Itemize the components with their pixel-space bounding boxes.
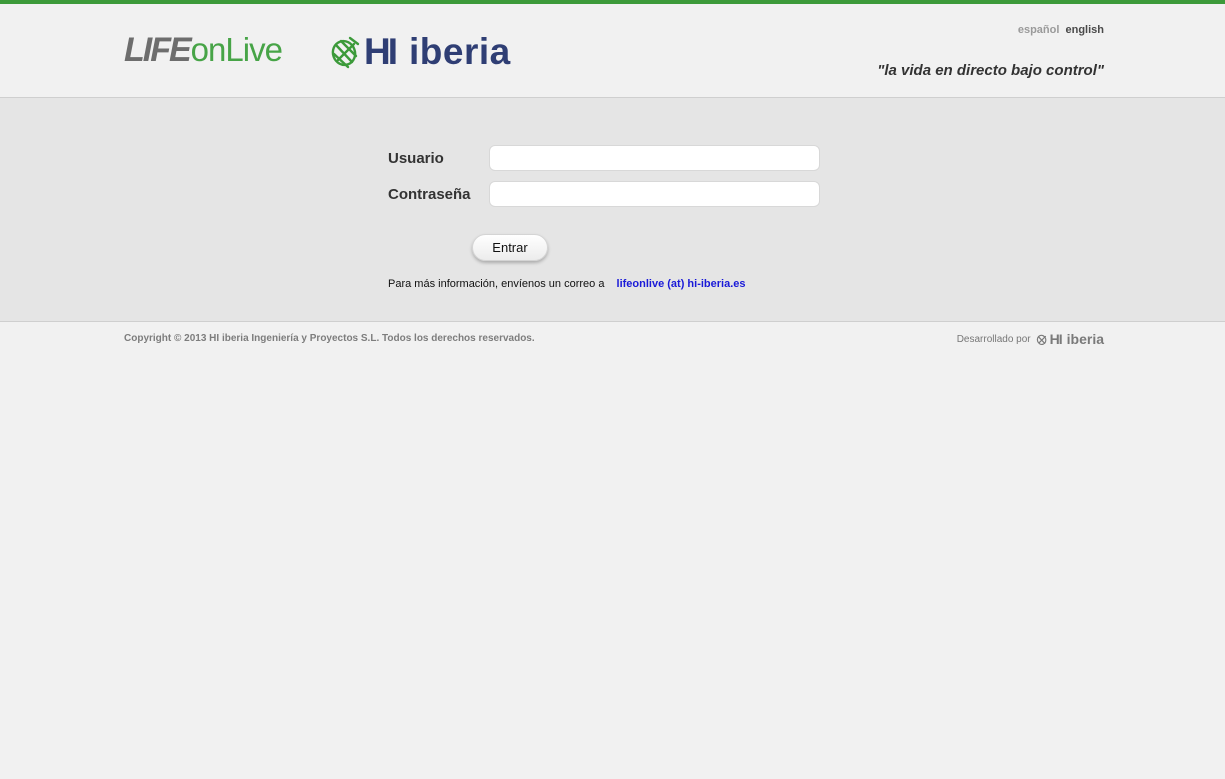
globe-icon xyxy=(1036,334,1047,345)
contact-info-text: Para más información, envíenos un correo… xyxy=(388,278,605,290)
lifeonlive-logo: LIFE onLive xyxy=(124,31,283,71)
user-input[interactable] xyxy=(489,145,820,171)
contact-info: Para más información, envíenos un correo… xyxy=(388,278,746,290)
user-label: Usuario xyxy=(388,150,444,167)
submit-button[interactable]: Entrar xyxy=(472,234,548,261)
globe-icon xyxy=(331,36,360,69)
dev-logo-iberia-text: iberia xyxy=(1066,331,1104,347)
developed-by: Desarrollado por HI iberia xyxy=(957,331,1104,347)
developed-by-label: Desarrollado por xyxy=(956,333,1031,345)
language-switcher: español english xyxy=(1018,24,1104,36)
logo-hi-text: HI xyxy=(364,31,398,72)
login-panel: Usuario Contraseña Entrar Para más infor… xyxy=(0,98,1225,322)
logo-iberia-text: iberia xyxy=(409,31,511,72)
logo-life-text: LIFE xyxy=(124,31,192,69)
tagline: "la vida en directo bajo control" xyxy=(877,62,1104,79)
copyright-text: Copyright © 2013 HI iberia Ingeniería y … xyxy=(124,333,535,344)
contact-email-link[interactable]: lifeonlive (at) hi-iberia.es xyxy=(617,278,746,290)
dev-logo-hi-text: HI xyxy=(1049,331,1063,347)
header: LIFE onLive HI iberia español english "l… xyxy=(0,4,1225,98)
footer: Copyright © 2013 HI iberia Ingeniería y … xyxy=(0,322,1225,362)
password-input[interactable] xyxy=(489,181,820,207)
password-label: Contraseña xyxy=(388,186,471,203)
lang-english-link[interactable]: english xyxy=(1065,24,1104,36)
lang-espanol-link[interactable]: español xyxy=(1018,24,1060,36)
hi-iberia-logo: HI iberia xyxy=(330,31,511,72)
logo-onlive-text: onLive xyxy=(190,31,283,68)
